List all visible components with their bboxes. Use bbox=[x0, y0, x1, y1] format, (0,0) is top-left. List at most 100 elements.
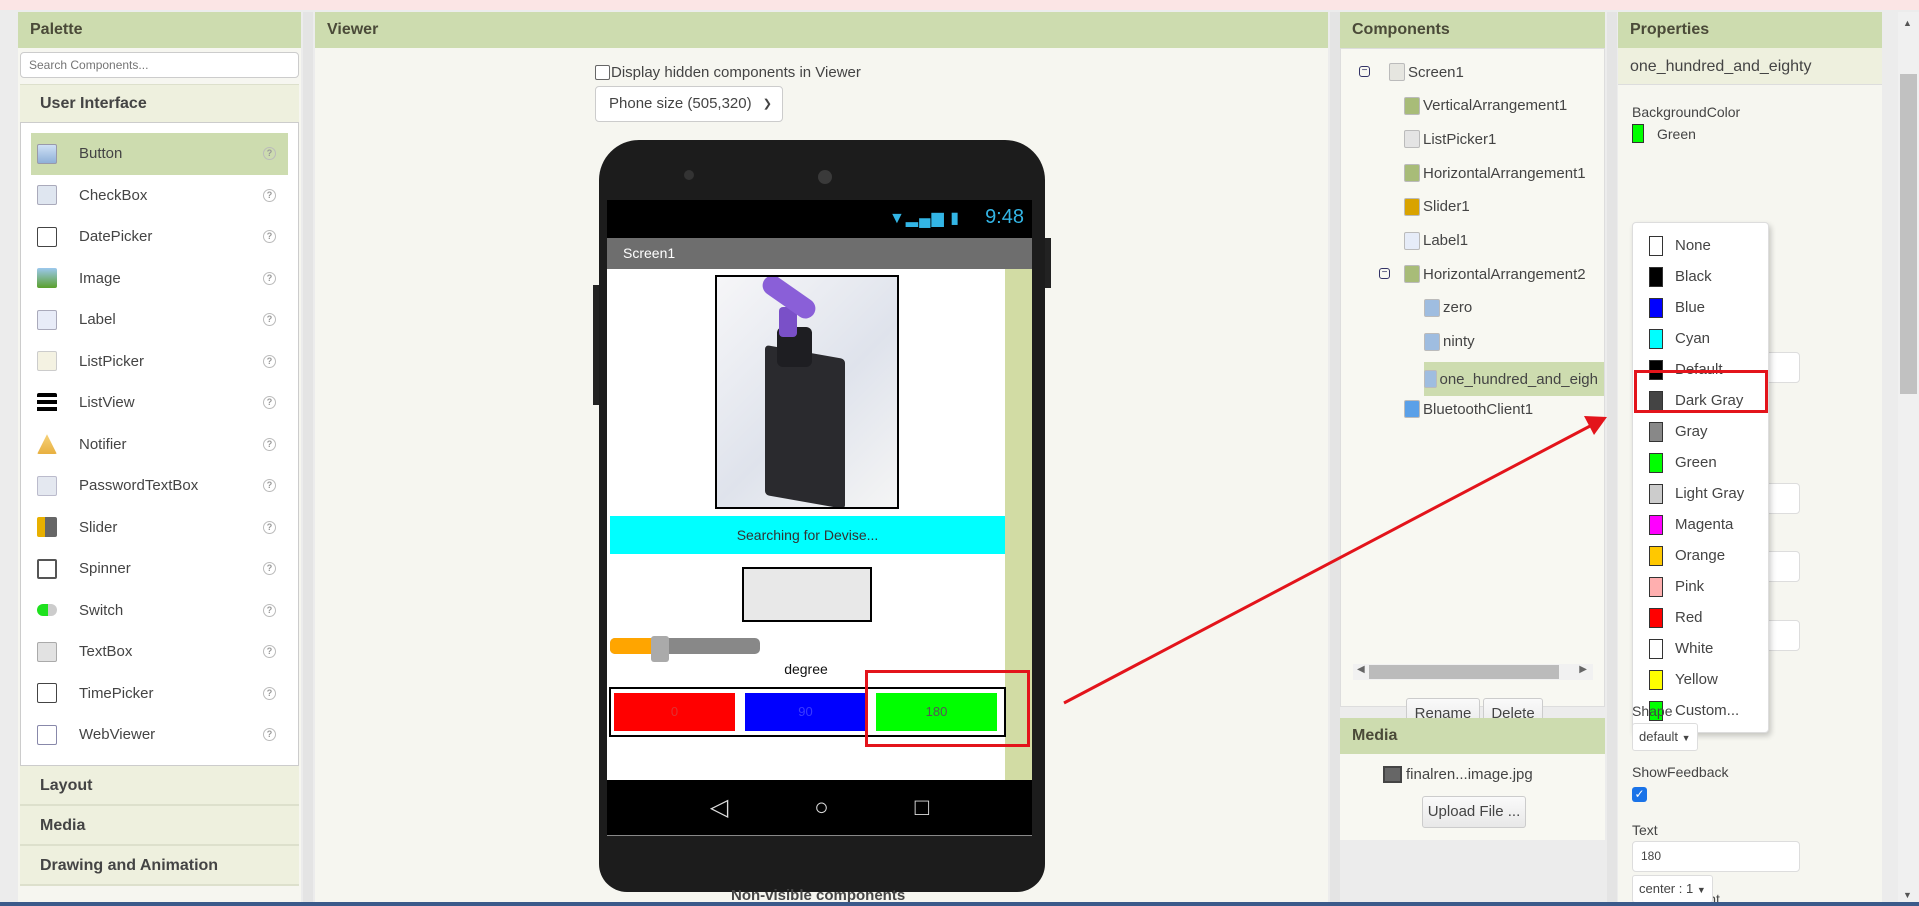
help-icon[interactable]: ? bbox=[263, 313, 276, 327]
help-icon[interactable]: ? bbox=[263, 396, 276, 410]
phone-button-90[interactable]: 90 bbox=[745, 693, 866, 731]
scrollbar-thumb[interactable] bbox=[1369, 665, 1559, 679]
color-option-pink[interactable]: Pink bbox=[1633, 571, 1768, 602]
tree-node-bluetoothclient1[interactable]: BluetoothClient1 bbox=[1404, 396, 1533, 422]
phone-camera bbox=[818, 170, 832, 184]
category-drawing-and-animation[interactable]: Drawing and Animation bbox=[20, 846, 299, 886]
palette-item-passwordtextbox[interactable]: PasswordTextBox? bbox=[31, 465, 288, 507]
category-media[interactable]: Media bbox=[20, 806, 299, 846]
palette-item-label: Slider bbox=[79, 518, 118, 536]
palette-item-checkbox[interactable]: CheckBox? bbox=[31, 175, 288, 217]
category-layout[interactable]: Layout bbox=[20, 766, 299, 806]
color-option-light-gray[interactable]: Light Gray bbox=[1633, 478, 1768, 509]
color-option-black[interactable]: Black bbox=[1633, 261, 1768, 292]
slider[interactable] bbox=[610, 636, 760, 662]
media-file[interactable]: finalren...image.jpg bbox=[1383, 766, 1533, 783]
tree-node-ninty[interactable]: ninty bbox=[1424, 329, 1475, 355]
showfeedback-checkbox[interactable]: ✓ bbox=[1632, 787, 1647, 802]
color-option-gray[interactable]: Gray bbox=[1633, 416, 1768, 447]
color-option-magenta[interactable]: Magenta bbox=[1633, 509, 1768, 540]
scroll-right-icon[interactable]: ▶ bbox=[1579, 664, 1587, 675]
help-icon[interactable]: ? bbox=[263, 479, 276, 493]
component-tree: ◀ ▶ Rename Delete − Screen1 VerticalArrang… bbox=[1340, 48, 1605, 730]
scroll-up-icon[interactable]: ▲ bbox=[1903, 18, 1912, 28]
help-icon[interactable]: ? bbox=[263, 271, 276, 285]
help-icon[interactable]: ? bbox=[263, 147, 276, 161]
tree-node-verticalarrangement1[interactable]: VerticalArrangement1 bbox=[1404, 93, 1567, 119]
color-option-label: Cyan bbox=[1675, 330, 1711, 347]
palette-item-textbox[interactable]: TextBox? bbox=[31, 631, 288, 673]
tree-node-listpicker1[interactable]: ListPicker1 bbox=[1404, 126, 1496, 152]
color-option-blue[interactable]: Blue bbox=[1633, 292, 1768, 323]
scroll-left-icon[interactable]: ◀ bbox=[1357, 664, 1365, 675]
listview-icon bbox=[37, 392, 57, 413]
tree-node-horizontalarrangement1[interactable]: HorizontalArrangement1 bbox=[1404, 160, 1586, 186]
help-icon[interactable]: ? bbox=[263, 728, 276, 742]
palette-item-listpicker[interactable]: ListPicker? bbox=[31, 341, 288, 383]
scroll-down-icon[interactable]: ▼ bbox=[1903, 890, 1912, 900]
palette-item-image[interactable]: Image? bbox=[31, 258, 288, 300]
help-icon[interactable]: ? bbox=[263, 520, 276, 534]
palette-item-listview[interactable]: ListView? bbox=[31, 382, 288, 424]
help-icon[interactable]: ? bbox=[263, 686, 276, 700]
color-option-green[interactable]: Green bbox=[1633, 447, 1768, 478]
phone-size-select[interactable]: Phone size (505,320) ❯ bbox=[595, 86, 783, 122]
color-option-orange[interactable]: Orange bbox=[1633, 540, 1768, 571]
upload-file-button[interactable]: Upload File ... bbox=[1422, 796, 1526, 828]
palette-item-datepicker[interactable]: DatePicker? bbox=[31, 216, 288, 258]
palette-panel: Palette User Interface Button?CheckBox?D… bbox=[18, 12, 301, 906]
search-components-input[interactable] bbox=[20, 52, 299, 78]
palette-item-label: Spinner bbox=[79, 560, 131, 578]
horizontal-scrollbar[interactable]: ◀ ▶ bbox=[1353, 664, 1593, 680]
scrollbar-thumb[interactable] bbox=[1900, 74, 1917, 394]
palette-item-button[interactable]: Button? bbox=[31, 133, 288, 175]
tree-node-zero[interactable]: zero bbox=[1424, 295, 1472, 321]
slider-thumb[interactable] bbox=[650, 636, 669, 662]
help-icon[interactable]: ? bbox=[263, 354, 276, 368]
palette-item-label[interactable]: Label? bbox=[31, 299, 288, 341]
help-icon[interactable]: ? bbox=[263, 645, 276, 659]
palette-item-notifier[interactable]: Notifier? bbox=[31, 424, 288, 466]
color-option-none[interactable]: None bbox=[1633, 230, 1768, 261]
color-option-cyan[interactable]: Cyan bbox=[1633, 323, 1768, 354]
listpicker-button[interactable]: Searching for Devise... bbox=[610, 516, 1005, 554]
textalignment-select[interactable]: center : 1 ▼ bbox=[1632, 875, 1713, 903]
backgroundcolor-picker[interactable]: Green bbox=[1632, 124, 1696, 143]
help-icon[interactable]: ? bbox=[263, 562, 276, 576]
selected-component-name: one_hundred_and_eighty bbox=[1618, 48, 1882, 85]
palette-item-slider[interactable]: Slider? bbox=[31, 507, 288, 549]
tree-node-horizontalarrangement2[interactable]: HorizontalArrangement2 bbox=[1404, 261, 1586, 287]
checkbox-box[interactable] bbox=[595, 65, 610, 80]
display-hidden-checkbox[interactable]: Display hidden components in Viewer bbox=[595, 64, 861, 81]
phone-button-0[interactable]: 0 bbox=[614, 693, 735, 731]
text-input[interactable]: 180 bbox=[1632, 841, 1800, 872]
horizontal-arrangement-1[interactable] bbox=[742, 567, 872, 622]
help-icon[interactable]: ? bbox=[263, 437, 276, 451]
shape-select[interactable]: default ▼ bbox=[1632, 723, 1698, 751]
palette-item-webviewer[interactable]: WebViewer? bbox=[31, 714, 288, 756]
color-option-red[interactable]: Red bbox=[1633, 602, 1768, 633]
window-bottom-border bbox=[0, 902, 1919, 906]
tree-node-label1[interactable]: Label1 bbox=[1404, 228, 1468, 254]
vertical-scrollbar[interactable]: ▲ ▼ bbox=[1898, 12, 1919, 906]
image-file-icon bbox=[1383, 766, 1402, 783]
collapse-toggle-icon[interactable]: − bbox=[1359, 66, 1370, 77]
palette-item-spinner[interactable]: Spinner? bbox=[31, 548, 288, 590]
help-icon[interactable]: ? bbox=[263, 188, 276, 202]
palette-item-timepicker[interactable]: TimePicker? bbox=[31, 673, 288, 715]
color-option-yellow[interactable]: Yellow bbox=[1633, 664, 1768, 695]
help-icon[interactable]: ? bbox=[263, 603, 276, 617]
servo-image[interactable] bbox=[715, 275, 899, 509]
help-icon[interactable]: ? bbox=[263, 230, 276, 244]
tree-node-slider1[interactable]: Slider1 bbox=[1404, 194, 1470, 220]
collapse-toggle-icon[interactable]: − bbox=[1379, 268, 1390, 280]
media-title: Media bbox=[1340, 718, 1605, 754]
color-option-white[interactable]: White bbox=[1633, 633, 1768, 664]
tree-node-label: ninty bbox=[1443, 333, 1475, 351]
phone-size-value: Phone size (505,320) bbox=[609, 95, 752, 112]
component-icon bbox=[1404, 265, 1420, 284]
palette-item-switch[interactable]: Switch? bbox=[31, 590, 288, 632]
tree-node-screen1[interactable]: Screen1 bbox=[1389, 59, 1464, 85]
tree-node-one_hundred_and_eigh[interactable]: one_hundred_and_eigh bbox=[1424, 362, 1604, 397]
category-user-interface[interactable]: User Interface bbox=[20, 84, 299, 122]
